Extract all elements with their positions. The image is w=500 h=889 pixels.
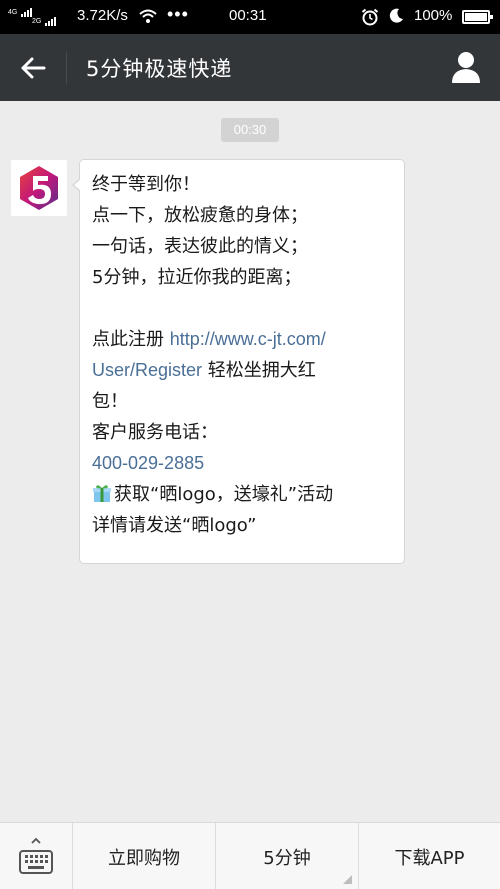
person-icon [452, 52, 480, 83]
menu-button-5min[interactable]: 5分钟 [215, 823, 358, 889]
moon-icon [389, 8, 403, 23]
message-line: 5分钟，拉近你我的距离； [92, 267, 302, 288]
alarm-icon [361, 8, 379, 26]
header-divider [66, 52, 67, 84]
sender-avatar[interactable] [11, 160, 67, 216]
promo-text: 详情请发送“晒logo” [92, 515, 257, 536]
promo-text: 获取“晒logo，送壕礼”活动 [114, 484, 334, 505]
network-speed: 3.72K/s [77, 7, 128, 24]
brand-logo-icon [20, 166, 58, 210]
keyboard-icon [19, 837, 53, 874]
gift-icon [93, 485, 111, 502]
keyboard-toggle-button[interactable] [0, 823, 72, 889]
register-prefix: 点此注册 [92, 329, 170, 350]
chat-header: 5分钟极速快递 [0, 34, 500, 101]
menu-button-shop[interactable]: 立即购物 [72, 823, 215, 889]
back-button[interactable] [0, 34, 66, 101]
bottom-menu-bar: 立即购物 5分钟 下载APP [0, 822, 500, 889]
phone-link[interactable]: 400-029-2885 [92, 453, 204, 473]
network-type-bottom: 2G [32, 18, 42, 25]
message-line: 包！ [92, 391, 128, 412]
message-line: 点一下，放松疲惫的身体； [92, 205, 308, 226]
message-timestamp: 00:30 [221, 118, 279, 142]
chat-title: 5分钟极速快递 [86, 57, 233, 81]
register-link[interactable]: User/Register [92, 360, 202, 380]
battery-icon [462, 10, 493, 24]
menu-button-download[interactable]: 下载APP [358, 823, 500, 889]
message-line: 终于等到你！ [92, 174, 200, 195]
more-notifications-icon: ••• [167, 4, 189, 24]
signal-icon: 4G 2G [8, 6, 68, 28]
menu-label: 5分钟 [263, 847, 311, 869]
register-link[interactable]: http://www.c-jt.com/ [170, 329, 326, 349]
message-line: 一句话，表达彼此的情义； [92, 236, 308, 257]
service-label: 客户服务电话： [92, 422, 218, 443]
menu-label: 下载APP [394, 847, 465, 869]
wifi-icon [139, 9, 157, 23]
battery-percent: 100% [414, 7, 453, 24]
back-arrow-icon [21, 57, 46, 78]
register-suffix: 轻松坐拥大红 [202, 360, 316, 381]
status-bar: 4G 2G 3.72K/s ••• 00:31 100% [0, 0, 500, 34]
profile-button[interactable] [450, 50, 482, 84]
submenu-indicator-icon [343, 875, 352, 884]
clock: 00:31 [229, 7, 267, 24]
network-type-top: 4G [8, 9, 18, 16]
menu-label: 立即购物 [108, 847, 180, 869]
message-text: 终于等到你！ 点一下，放松疲惫的身体； 一句话，表达彼此的情义； 5分钟，拉近你… [92, 169, 398, 541]
